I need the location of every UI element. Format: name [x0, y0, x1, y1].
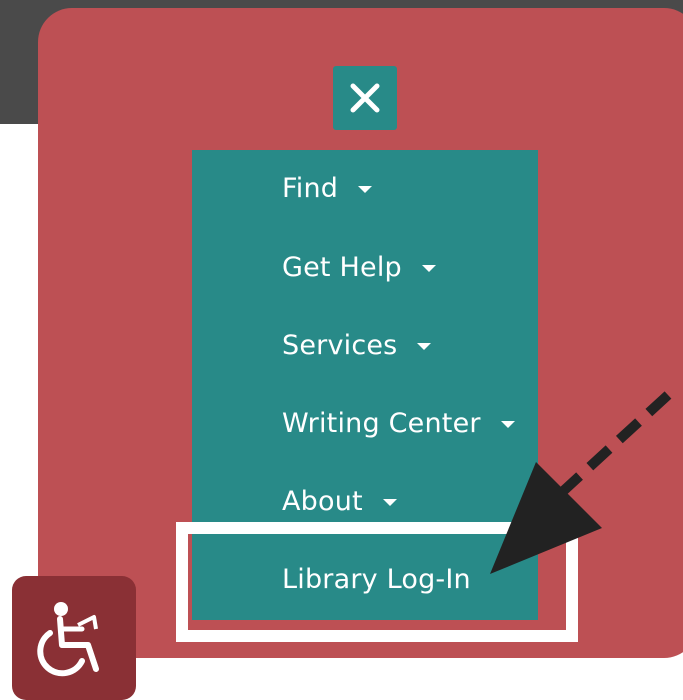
accessibility-button[interactable]	[12, 576, 136, 700]
caret-down-icon	[500, 420, 515, 428]
highlight-box	[176, 522, 578, 642]
menu-item-label: Get Help	[282, 251, 402, 283]
wheelchair-icon	[37, 602, 99, 677]
menu-item-writing-center[interactable]: Writing Center	[282, 403, 515, 443]
caret-down-icon	[421, 264, 436, 272]
close-icon	[350, 83, 380, 113]
menu-item-get-help[interactable]: Get Help	[282, 247, 436, 287]
menu-item-services[interactable]: Services	[282, 325, 432, 365]
menu-item-label: Services	[282, 329, 398, 361]
menu-item-label: About	[282, 485, 363, 517]
menu-item-label: Find	[282, 172, 339, 204]
caret-down-icon	[358, 185, 373, 193]
menu-item-find[interactable]: Find	[282, 168, 373, 208]
menu-item-about[interactable]: About	[282, 481, 397, 521]
menu-item-label: Writing Center	[282, 407, 481, 439]
close-menu-button[interactable]	[333, 66, 397, 130]
caret-down-icon	[382, 498, 397, 506]
caret-down-icon	[417, 342, 432, 350]
